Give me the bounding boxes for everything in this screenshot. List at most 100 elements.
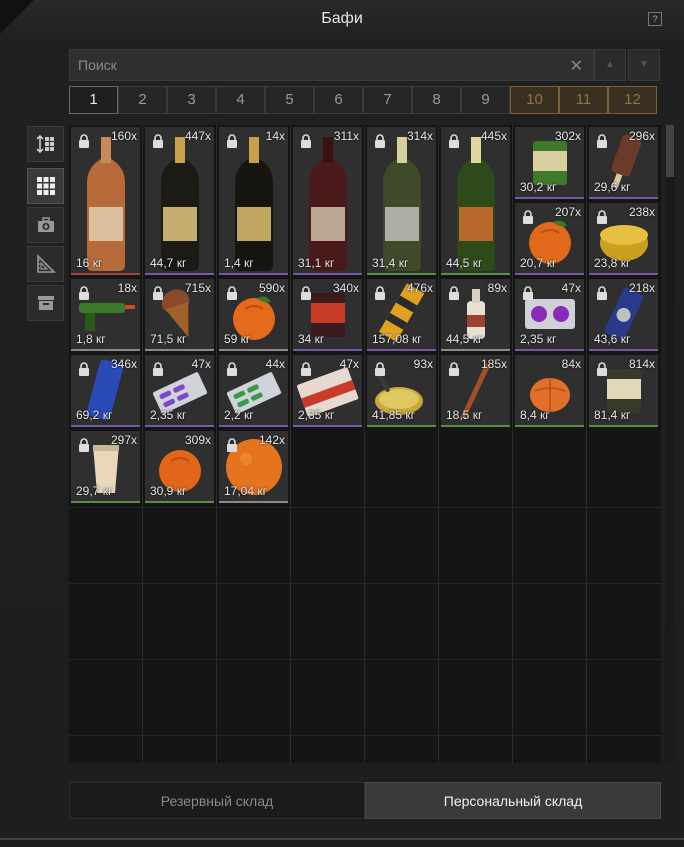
- item-weight: 59 кг: [224, 332, 251, 346]
- item-gold-tin[interactable]: 238x 23,8 кг: [589, 203, 658, 275]
- item-weight: 31,1 кг: [298, 256, 335, 270]
- lock-icon: [153, 362, 163, 376]
- lock-icon: [153, 134, 163, 148]
- item-weight: 2,2 кг: [224, 408, 254, 422]
- grid-scrollbar[interactable]: [665, 125, 675, 763]
- item-green-can[interactable]: 302x 30,2 кг: [515, 127, 584, 199]
- molotov-bottle-icon: [87, 137, 125, 271]
- item-champagne-bottle-label[interactable]: 445x 44,5 кг: [441, 127, 510, 275]
- tab-personal-storage[interactable]: Персональный склад: [365, 782, 661, 819]
- item-molotov-bottle[interactable]: 160x 16 кг: [71, 127, 140, 275]
- item-weight: 69,2 кг: [76, 408, 113, 422]
- item-peeled-orange[interactable]: 84x 8,4 кг: [515, 355, 584, 427]
- item-weight: 2,35 кг: [520, 332, 557, 346]
- item-tangerine-leaf[interactable]: 207x 20,7 кг: [515, 203, 584, 275]
- scrollbar-thumb[interactable]: [666, 125, 674, 177]
- item-firecracker[interactable]: 476x 157,08 кг: [367, 279, 436, 351]
- page-tab-4[interactable]: 4: [216, 86, 265, 114]
- lock-icon: [227, 134, 237, 148]
- grid-view-button[interactable]: [27, 168, 64, 204]
- arrow-up-icon: ▲: [605, 59, 615, 70]
- lock-icon: [597, 286, 607, 300]
- item-weight: 17,04 кг: [224, 484, 267, 498]
- item-weight: 30,2 кг: [520, 180, 557, 194]
- item-count: 47x: [339, 357, 359, 371]
- item-pill-blister[interactable]: 47x 2,35 кг: [515, 279, 584, 351]
- page-tab-9[interactable]: 9: [461, 86, 510, 114]
- page-tab-11[interactable]: 11: [559, 86, 608, 114]
- lock-icon: [153, 286, 163, 300]
- item-small-bottle[interactable]: 89x 44,5 кг: [441, 279, 510, 351]
- item-count: 207x: [554, 205, 581, 219]
- lock-icon: [227, 362, 237, 376]
- item-count: 218x: [628, 281, 655, 295]
- item-weight: 29,6 кг: [594, 180, 631, 194]
- item-pill-pack-purple[interactable]: 47x 2,35 кг: [145, 355, 214, 427]
- item-pill-box-red[interactable]: 47x 2,35 кг: [293, 355, 362, 427]
- item-count: 47x: [561, 281, 581, 295]
- page-tab-7[interactable]: 7: [363, 86, 412, 114]
- item-wine-bottle[interactable]: 311x 31,1 кг: [293, 127, 362, 275]
- help-button[interactable]: ?: [648, 12, 662, 26]
- close-icon[interactable]: ✕: [570, 56, 583, 76]
- item-tangerine[interactable]: 309x 30,9 кг: [145, 431, 214, 503]
- item-stick[interactable]: 185x 18,5 кг: [441, 355, 510, 427]
- item-weight: 8,4 кг: [520, 408, 550, 422]
- medkit-filter-button[interactable]: [27, 207, 64, 243]
- item-count: 185x: [480, 357, 507, 371]
- item-glue-gun[interactable]: 18x 1,8 кг: [71, 279, 140, 351]
- grid-column-divider: [512, 125, 513, 763]
- lock-icon: [79, 134, 89, 148]
- arrow-down-icon: ▼: [639, 59, 649, 70]
- scroll-down-button[interactable]: ▼: [628, 49, 660, 81]
- lock-icon: [597, 362, 607, 376]
- item-weight: 30,9 кг: [150, 484, 187, 498]
- item-weight: 34 кг: [298, 332, 325, 346]
- item-weight: 20,7 кг: [520, 256, 557, 270]
- page-tab-5[interactable]: 5: [265, 86, 314, 114]
- page-tab-1[interactable]: 1: [69, 86, 118, 114]
- sort-button[interactable]: [27, 126, 64, 162]
- item-count: 238x: [628, 205, 655, 219]
- grid-column-divider: [290, 125, 291, 763]
- archive-box-icon: [37, 296, 54, 310]
- item-count: 297x: [110, 433, 137, 447]
- item-count: 715x: [184, 281, 211, 295]
- item-frying-pan[interactable]: 93x 41,85 кг: [367, 355, 436, 427]
- item-count: 47x: [191, 357, 211, 371]
- item-sauce-can[interactable]: 340x 34 кг: [293, 279, 362, 351]
- ruler-filter-button[interactable]: [27, 246, 64, 282]
- item-orange[interactable]: 590x 59 кг: [219, 279, 288, 351]
- scroll-up-button[interactable]: ▲: [594, 49, 626, 81]
- item-chocolate-cone[interactable]: 715x 71,5 кг: [145, 279, 214, 351]
- page-tab-6[interactable]: 6: [314, 86, 363, 114]
- grid-column-divider: [586, 125, 587, 763]
- page-tab-2[interactable]: 2: [118, 86, 167, 114]
- grid-row-divider: [69, 583, 661, 584]
- bottom-divider: [0, 838, 684, 840]
- lock-icon: [597, 134, 607, 148]
- item-blue-can[interactable]: 346x 69,2 кг: [71, 355, 140, 427]
- item-champagne-bottle-silver[interactable]: 314x 31,4 кг: [367, 127, 436, 275]
- page-tab-8[interactable]: 8: [412, 86, 461, 114]
- item-paper-cup[interactable]: 297x 29,7 кг: [71, 431, 140, 503]
- search-input[interactable]: [70, 50, 593, 80]
- item-beans-can[interactable]: 814x 81,4 кг: [589, 355, 658, 427]
- page-tab-12[interactable]: 12: [608, 86, 657, 114]
- item-big-orange[interactable]: 142x 17,04 кг: [219, 431, 288, 503]
- page-tab-10[interactable]: 10: [510, 86, 559, 114]
- item-hero-spray[interactable]: 218x 43,6 кг: [589, 279, 658, 351]
- item-count: 84x: [561, 357, 581, 371]
- item-champagne-bottle-dark[interactable]: 447x 44,7 кг: [145, 127, 214, 275]
- item-pill-pack-green[interactable]: 44x 2,2 кг: [219, 355, 288, 427]
- item-weight: 18,5 кг: [446, 408, 483, 422]
- item-weight: 16 кг: [76, 256, 103, 270]
- item-ice-cream-bar[interactable]: 296x 29,6 кг: [589, 127, 658, 199]
- lock-icon: [79, 438, 89, 452]
- tab-reserve-storage[interactable]: Резервный склад: [69, 782, 365, 819]
- archive-filter-button[interactable]: [27, 285, 64, 321]
- item-champagne-bottle-gold[interactable]: 14x 1,4 кг: [219, 127, 288, 275]
- item-weight: 1,4 кг: [224, 256, 254, 270]
- item-count: 447x: [184, 129, 211, 143]
- page-tab-3[interactable]: 3: [167, 86, 216, 114]
